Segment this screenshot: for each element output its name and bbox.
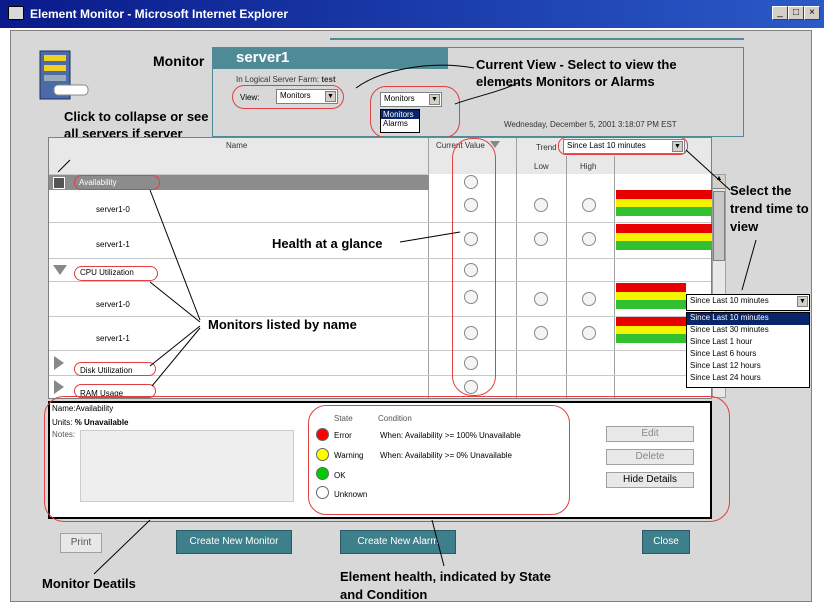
arrow-trend-2 [741,239,757,291]
arrow-health-bottom [431,519,445,567]
arrow-health [399,231,461,243]
arrow-monitors-3 [149,325,201,367]
arrow-monitors-2 [149,281,201,323]
arrow-trend-1 [685,149,731,191]
arrow-monitors-4 [151,327,201,387]
arrow-current-view [355,64,475,89]
annotation-arrows [57,64,757,575]
arrow-collapse [57,159,71,173]
arrow-details [93,519,151,575]
arrow-current-view-2 [454,81,521,105]
arrow-monitors-1 [149,189,201,321]
